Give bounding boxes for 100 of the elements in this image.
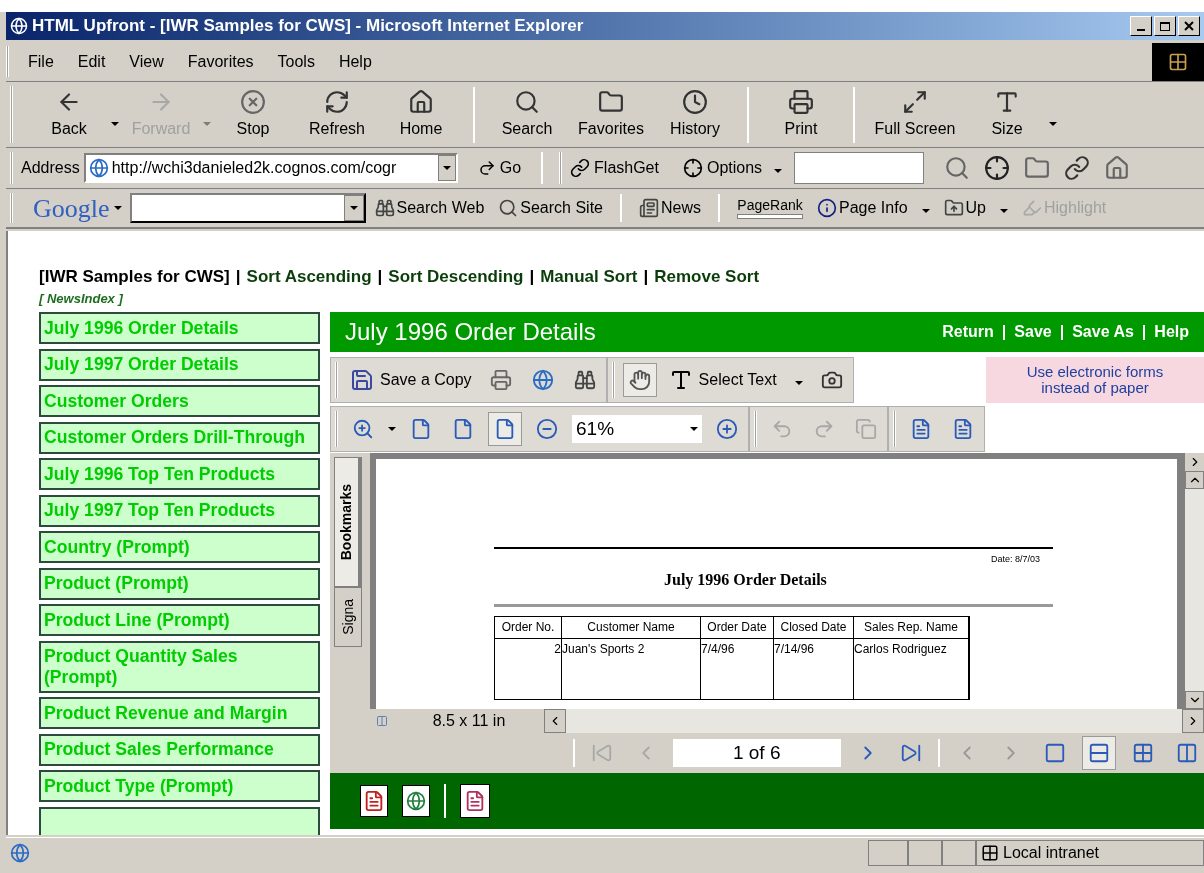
google-toolbar-button[interactable]: Page Info — [812, 196, 935, 220]
header-link[interactable]: Save — [1014, 320, 1052, 344]
page-view-button[interactable] — [488, 412, 522, 446]
toolbar-button[interactable]: Home — [379, 84, 463, 145]
sort-link[interactable]: Sort Descending — [388, 264, 524, 290]
status-pane — [868, 840, 908, 866]
sort-link[interactable]: Remove Sort — [654, 264, 760, 290]
menu-item[interactable]: Edit — [66, 49, 117, 74]
document-icon[interactable] — [360, 785, 388, 817]
toolbar-button[interactable]: History — [653, 84, 737, 145]
close-button[interactable] — [1178, 16, 1200, 36]
table-cell: 7/14/96 — [774, 638, 854, 699]
stop-icon — [240, 88, 266, 115]
separator-text: | — [377, 266, 383, 289]
dropdown-button[interactable] — [437, 155, 456, 181]
folder-icon[interactable] — [1024, 155, 1051, 181]
toolbar-button[interactable]: Print — [759, 84, 843, 145]
windows-logo — [1152, 42, 1204, 81]
first-page-icon — [590, 742, 613, 764]
separator-text: | — [643, 266, 649, 289]
google-toolbar-button[interactable]: Search Site — [493, 196, 608, 220]
separator-text: | — [235, 266, 241, 289]
snapshot-icon — [820, 369, 843, 391]
toolbar-button[interactable]: Full Screen — [865, 84, 965, 145]
report-link-box[interactable] — [39, 806, 320, 835]
page-icon — [88, 158, 109, 178]
zoom-out-icon — [536, 418, 558, 440]
dropdown-button[interactable] — [343, 195, 364, 221]
toolbar-button[interactable]: Refresh — [295, 84, 379, 145]
clock-icon — [682, 88, 708, 115]
page-layout-icon — [1176, 742, 1199, 764]
maximize-button[interactable] — [1154, 16, 1176, 36]
side-tab[interactable]: Signa — [334, 587, 362, 647]
address-field[interactable]: http://wchi3danieled2k.cognos.com/cogr — [83, 153, 458, 183]
table-cell: Carlos Rodriguez — [854, 638, 969, 699]
page-layout-button[interactable] — [1082, 736, 1117, 770]
input-field[interactable] — [794, 152, 925, 184]
globe-document-icon[interactable] — [402, 785, 430, 817]
select-text-button[interactable]: Select Text — [664, 368, 807, 392]
column-header: Sales Rep. Name — [854, 616, 969, 639]
flashget-button[interactable]: FlashGet — [566, 156, 663, 180]
ad-banner[interactable]: Use electronic forms instead of paper — [986, 357, 1204, 403]
sort-link[interactable]: Sort Ascending — [246, 264, 372, 290]
home-icon[interactable] — [1104, 155, 1131, 181]
browser-logo-icon — [10, 17, 28, 35]
hand-tool-button[interactable] — [622, 363, 657, 397]
google-toolbar-button[interactable]: Up — [938, 196, 1013, 220]
toolbar-button[interactable]: Favorites — [569, 84, 653, 145]
google-toolbar-button[interactable]: Search Web — [369, 196, 490, 220]
google-toolbar-button[interactable]: PageRank — [732, 197, 809, 219]
menu-item[interactable]: View — [118, 49, 175, 74]
dropdown-caret-icon — [690, 427, 698, 431]
table-cell: 7/4/96 — [701, 638, 774, 699]
toolbar-button[interactable]: Search — [485, 84, 569, 145]
dropdown-caret-icon — [388, 427, 396, 431]
side-tab[interactable]: Bookmarks — [334, 457, 362, 587]
google-toolbar-button[interactable]: News — [634, 196, 707, 220]
undo-icon — [771, 418, 793, 440]
save-copy-button[interactable]: Save a Copy — [346, 368, 476, 392]
browser-icon — [10, 843, 30, 863]
options-button[interactable]: Options — [678, 156, 787, 180]
hand-tool-icon — [628, 369, 651, 391]
dropdown-caret-icon — [113, 206, 122, 210]
column-header: Order No. — [495, 616, 562, 639]
go-arrow-icon — [477, 159, 496, 177]
menu-item[interactable]: Help — [327, 49, 383, 74]
go-button[interactable]: Go — [473, 156, 526, 180]
dropdown-caret-icon — [203, 121, 211, 126]
dropdown-caret-icon — [794, 381, 803, 385]
link-icon[interactable] — [1064, 155, 1091, 181]
sort-link[interactable]: Manual Sort — [540, 264, 638, 290]
horizontal-scrollbar[interactable] — [544, 709, 1204, 733]
toolbar-button[interactable]: Back — [27, 84, 111, 145]
search-icon — [514, 88, 540, 115]
page-number-field[interactable]: 1 of 6 — [672, 739, 841, 767]
dropdown-caret-icon — [1000, 209, 1008, 213]
menu-item[interactable]: File — [17, 49, 65, 74]
table-cell: Juan's Sports 2 — [562, 638, 701, 699]
vertical-scrollbar[interactable] — [1185, 453, 1204, 709]
google-menu-button[interactable]: Google — [33, 188, 122, 228]
crosshair-icon[interactable] — [984, 155, 1011, 181]
export-document-icon[interactable] — [460, 784, 490, 818]
zoom-field[interactable]: 61% — [572, 415, 702, 443]
google-search-field[interactable] — [129, 193, 366, 223]
dropdown-caret-icon — [349, 206, 358, 210]
minimize-icon — [1137, 29, 1145, 31]
toolbar-button[interactable]: Stop — [211, 84, 295, 145]
toolbar-button[interactable]: Size — [965, 84, 1049, 145]
news-index-link[interactable]: [ NewsIndex ] — [39, 289, 123, 308]
header-link[interactable]: Save As — [1072, 320, 1134, 344]
menu-item[interactable]: Tools — [266, 49, 326, 74]
dropdown-caret-icon — [921, 209, 930, 213]
search-icon[interactable] — [944, 155, 971, 181]
header-link[interactable]: Help — [1154, 320, 1189, 344]
header-link[interactable]: Return — [942, 320, 994, 344]
page-view-icon — [452, 418, 474, 440]
highlighter-icon — [1022, 198, 1042, 218]
menu-item[interactable]: Favorites — [176, 49, 265, 74]
minimize-button[interactable] — [1130, 16, 1152, 36]
separator-text: | — [1059, 322, 1065, 342]
